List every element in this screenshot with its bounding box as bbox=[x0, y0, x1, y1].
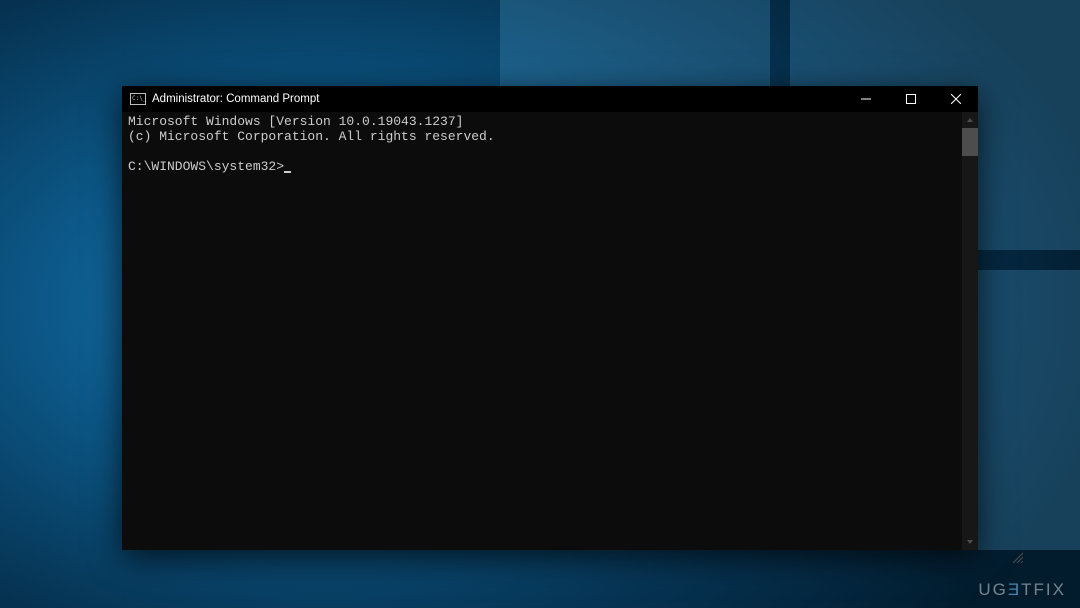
window-titlebar[interactable]: Administrator: Command Prompt bbox=[122, 86, 978, 112]
watermark-part: TFIX bbox=[1021, 580, 1066, 599]
cmd-icon bbox=[130, 93, 146, 105]
scrollbar-up-button[interactable] bbox=[962, 112, 978, 128]
watermark-part: Ǝ bbox=[1008, 580, 1021, 599]
scrollbar-thumb[interactable] bbox=[962, 128, 978, 156]
scrollbar-track[interactable] bbox=[962, 112, 978, 550]
maximize-button[interactable] bbox=[888, 86, 933, 112]
window-controls bbox=[843, 86, 978, 112]
chevron-up-icon bbox=[966, 116, 974, 124]
resize-grip[interactable] bbox=[964, 536, 976, 548]
terminal-output[interactable]: Microsoft Windows [Version 10.0.19043.12… bbox=[122, 112, 978, 550]
close-button[interactable] bbox=[933, 86, 978, 112]
minimize-icon bbox=[861, 94, 871, 104]
terminal-line: Microsoft Windows [Version 10.0.19043.12… bbox=[128, 114, 463, 129]
terminal-cursor bbox=[284, 171, 291, 173]
resize-grip-icon bbox=[1011, 551, 1023, 563]
close-icon bbox=[951, 94, 961, 104]
maximize-icon bbox=[906, 94, 916, 104]
terminal-prompt: C:\WINDOWS\system32> bbox=[128, 159, 284, 174]
watermark-part: UG bbox=[978, 580, 1008, 599]
watermark-text: UGƎTFIX bbox=[978, 580, 1066, 600]
command-prompt-window: Administrator: Command Prompt Microsoft … bbox=[122, 86, 978, 550]
window-title: Administrator: Command Prompt bbox=[152, 93, 843, 105]
terminal-line: (c) Microsoft Corporation. All rights re… bbox=[128, 129, 495, 144]
minimize-button[interactable] bbox=[843, 86, 888, 112]
